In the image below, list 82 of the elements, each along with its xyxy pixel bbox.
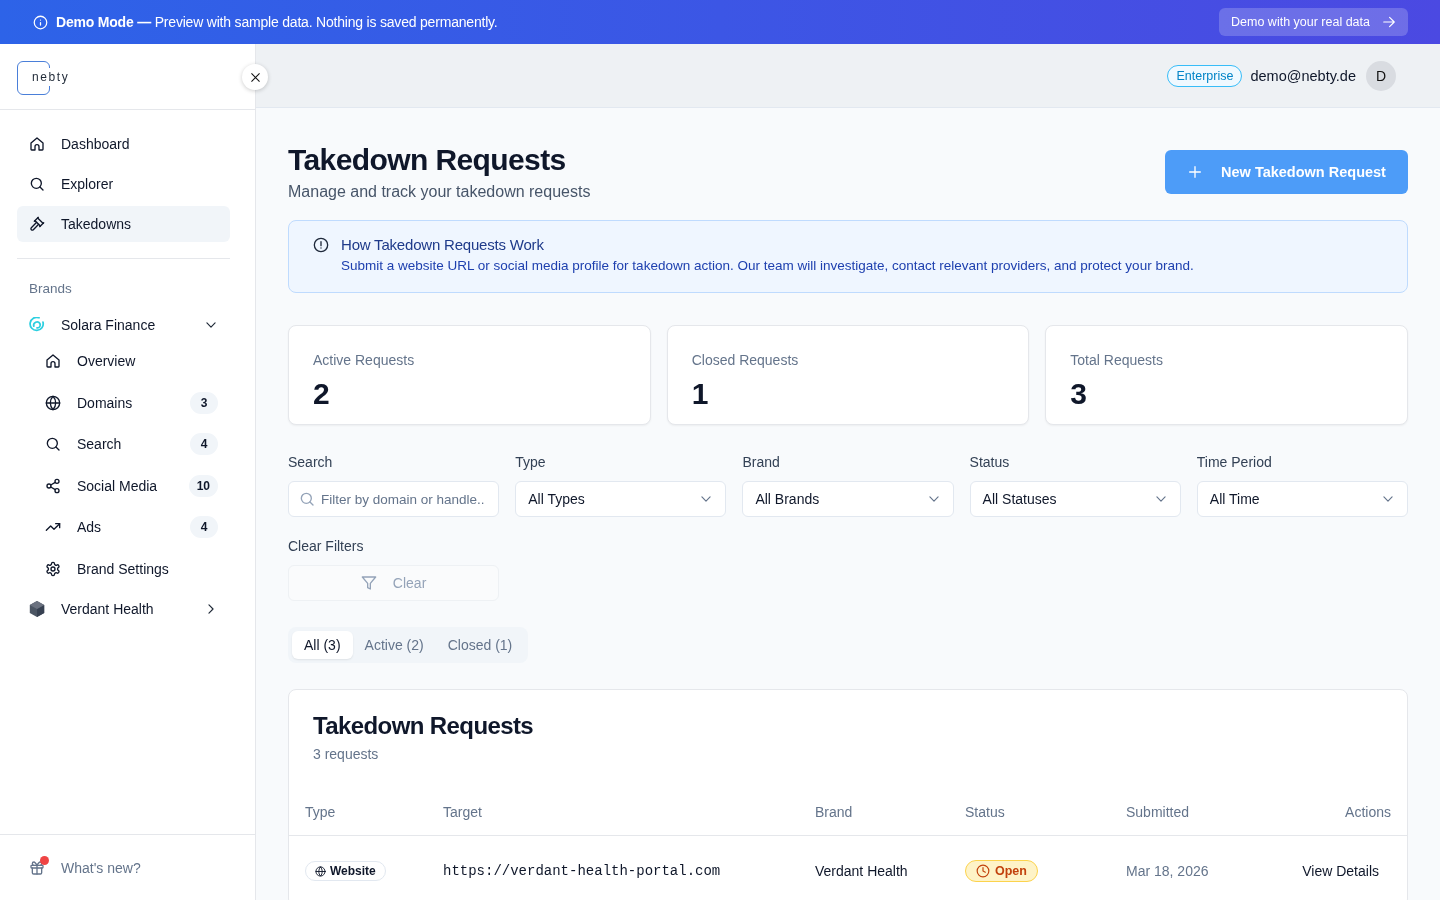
stat-label: Total Requests (1070, 351, 1164, 370)
search-field[interactable]: Filter by domain or handle.. (288, 481, 500, 517)
table-title: Takedown Requests (313, 711, 535, 741)
search-icon (45, 436, 61, 453)
gift-icon (29, 859, 45, 876)
arrow-right-icon (1382, 15, 1396, 29)
filter-label: Search (288, 453, 334, 471)
brand-nav-item[interactable]: Ads 4 (33, 509, 230, 546)
close-icon (248, 70, 262, 84)
filter-label: Clear Filters (288, 537, 365, 555)
logo: nebty (17, 60, 70, 93)
home-icon (45, 353, 61, 369)
cube-icon (29, 600, 45, 617)
brand-nav-item[interactable]: Brand Settings (33, 550, 230, 587)
count-badge: 4 (190, 433, 218, 456)
search-icon (299, 491, 315, 507)
page-title: Takedown Requests (288, 142, 567, 178)
table-cell-text: https://verdant-health-portal.com (443, 863, 722, 879)
tab[interactable]: Closed (1) (435, 631, 525, 659)
swirl-logo-icon (29, 317, 45, 333)
column-header: Status (965, 803, 1006, 820)
home-icon (29, 136, 45, 152)
share-icon (45, 477, 61, 494)
whats-new-link[interactable]: What's new? (17, 849, 230, 886)
close-button[interactable] (242, 64, 268, 90)
brand-item[interactable]: Verdant Health (17, 590, 230, 627)
tab[interactable]: All (3) (292, 631, 353, 659)
column-header: Brand (815, 803, 854, 820)
stat-label: Active Requests (313, 351, 416, 370)
column-header: Target (443, 803, 483, 820)
globe-icon (315, 865, 326, 877)
settings-icon (45, 560, 61, 577)
filter-label: Type (515, 453, 547, 471)
alert-icon (313, 237, 329, 253)
info-icon (33, 14, 48, 30)
plan-badge: Enterprise (1167, 64, 1243, 87)
nav-item[interactable]: Takedowns (17, 206, 230, 242)
globe-icon (45, 394, 61, 411)
filter-dropdown[interactable]: All Statuses (969, 481, 1181, 517)
callout-text: Submit a website URL or social media profile for takedown action. Our team will investigate, contact relevant providers, and protect your brand. (341, 257, 1194, 275)
filter-dropdown[interactable]: All Time (1196, 481, 1408, 517)
brand-nav-item[interactable]: Search 4 (33, 426, 230, 463)
column-header: Actions (1345, 803, 1391, 820)
brand-item[interactable]: Solara Finance (17, 307, 230, 343)
filter-label: Brand (742, 453, 781, 471)
column-header: Submitted (1126, 803, 1191, 820)
brand-nav-item[interactable]: Overview (33, 343, 230, 379)
stat-value: 2 (313, 376, 331, 412)
real-data-button[interactable]: Demo with your real data (1219, 8, 1408, 36)
stat-value: 1 (691, 376, 710, 412)
filter-label: Time Period (1196, 453, 1273, 471)
clock-icon (976, 864, 990, 878)
plus-icon (1187, 164, 1204, 180)
count-badge: 10 (188, 474, 218, 497)
column-header: Type (305, 803, 337, 820)
count-badge: 3 (190, 391, 218, 414)
section-heading: Brands (29, 281, 73, 297)
page-subtitle: Manage and track your takedown requests (288, 182, 591, 202)
table-subtitle: 3 requests (313, 745, 380, 764)
brand-nav-item[interactable]: Domains 3 (33, 384, 230, 421)
count-badge: 4 (190, 516, 218, 539)
avatar[interactable]: D (1366, 60, 1396, 91)
filter-dropdown[interactable]: All Types (515, 481, 727, 517)
stat-value: 3 (1070, 376, 1088, 412)
status-label: Open (995, 864, 1027, 878)
search-icon (29, 176, 45, 192)
filter-icon (360, 575, 377, 591)
callout-title: How Takedown Requests Work (341, 235, 545, 255)
filter-dropdown[interactable]: All Brands (742, 481, 954, 517)
brand-nav-item[interactable]: Social Media 10 (33, 467, 230, 504)
table-cell-text: Verdant Health (815, 863, 909, 879)
gavel-icon (29, 216, 45, 232)
user-email: demo@nebty.de (1250, 67, 1356, 84)
tab[interactable]: Active (2) (352, 631, 436, 659)
stat-label: Closed Requests (691, 351, 800, 370)
nav-item[interactable]: Dashboard (17, 126, 230, 162)
banner-message: Demo Mode — Preview with sample data. Nothing is saved permanently. (56, 14, 498, 30)
table-cell-text: Mar 18, 2026 (1126, 863, 1210, 879)
type-label: Website (330, 864, 376, 878)
filter-label: Status (969, 453, 1011, 471)
view-details-link[interactable]: View Details (1302, 863, 1379, 879)
nav-item[interactable]: Explorer (17, 166, 230, 202)
